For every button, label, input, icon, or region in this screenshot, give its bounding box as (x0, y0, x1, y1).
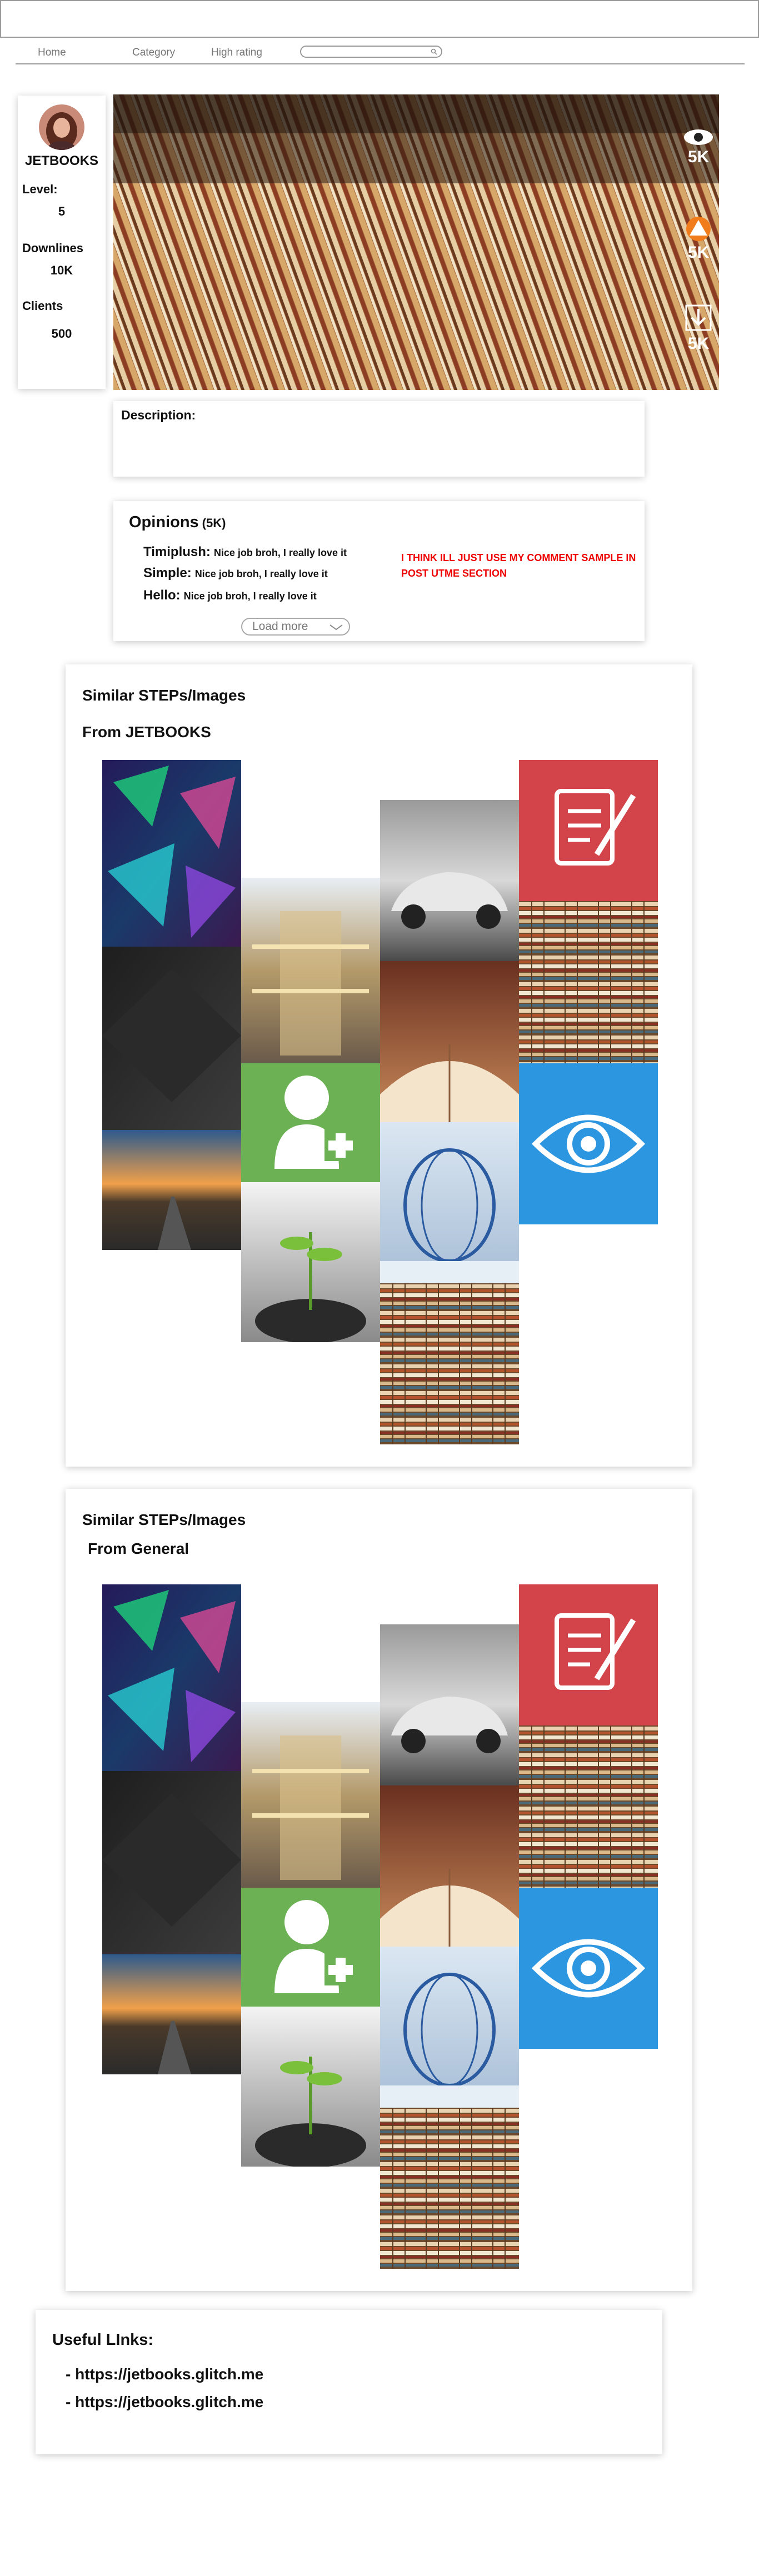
comment-note: I THINK ILL JUST USE MY COMMENT SAMPLE I… (401, 552, 636, 579)
gallery-image-book-stacks[interactable] (380, 2108, 519, 2269)
comment-text: Nice job broh, I really love it (213, 547, 347, 558)
gallery-image-books-pile[interactable] (519, 901, 658, 1063)
view-count-value: 5K (687, 148, 710, 166)
download-count[interactable]: 5K (678, 302, 719, 353)
download-icon (685, 304, 712, 331)
useful-link[interactable]: - https://jetbooks.glitch.me (66, 2393, 263, 2411)
comment-author: Timiplush: (143, 544, 211, 559)
gallery-image-open-book[interactable] (380, 961, 519, 1122)
gallery-image-eye[interactable] (519, 1063, 658, 1224)
similar-general-title: Similar STEPs/Images (82, 1511, 246, 1528)
opinions-card: Opinions (5K) Timiplush: Nice job broh, I … (113, 501, 645, 641)
gallery-image-abstract[interactable] (102, 760, 241, 947)
gallery-image-add-user[interactable] (241, 1063, 380, 1182)
gallery-image-plant[interactable] (241, 2007, 380, 2167)
top-header-bar (0, 0, 759, 38)
gallery-image-document-edit[interactable] (519, 760, 658, 901)
gallery-image-add-user[interactable] (241, 1888, 380, 2007)
nav-high-rating-link[interactable]: High rating (211, 47, 262, 59)
main-image[interactable]: 5K 5K 5K (113, 94, 719, 390)
comment-author: Simple: (143, 566, 192, 581)
gallery-image-document-edit[interactable] (519, 1584, 658, 1725)
downlines-value: 10K (50, 263, 73, 277)
gallery-image-road-sunset[interactable] (102, 1954, 241, 2074)
useful-links-title: Useful LInks: (52, 2331, 154, 2349)
main-navigation: Home Category High rating (16, 43, 745, 64)
level-value: 5 (58, 204, 66, 218)
opinions-heading: Opinions (5K) (129, 513, 226, 532)
eye-icon (684, 129, 713, 145)
gallery-image-dark-texture[interactable] (102, 1771, 241, 1954)
clients-value: 500 (51, 327, 72, 341)
search-icon[interactable] (430, 48, 438, 56)
gallery-image-building[interactable] (380, 1122, 519, 1283)
level-label: Level: (22, 182, 58, 196)
gallery-image-book-stacks[interactable] (380, 1283, 519, 1444)
avatar[interactable] (39, 104, 84, 150)
nav-home-link[interactable]: Home (38, 47, 66, 59)
description-label: Description: (121, 408, 196, 422)
gallery-image-abstract[interactable] (102, 1584, 241, 1771)
gallery-image-car[interactable] (380, 800, 519, 961)
clients-label: Clients (22, 299, 63, 313)
view-count: 5K (678, 128, 719, 167)
gallery-image-road-sunset[interactable] (102, 1130, 241, 1250)
chevron-down-icon (329, 624, 343, 631)
nav-category-link[interactable]: Category (132, 47, 175, 59)
comment-text: Nice job broh, I really love it (183, 591, 317, 602)
similar-user-section: Similar STEPs/Images From JETBOOKS (66, 664, 692, 1467)
like-count-value: 5K (687, 243, 710, 262)
load-more-label: Load more (252, 620, 308, 633)
download-count-value: 5K (687, 334, 710, 353)
opinions-count: (5K) (202, 516, 226, 530)
profile-card: JETBOOKS Level: 5 Downlines 10K Clients … (18, 96, 106, 389)
search-input[interactable] (307, 47, 429, 56)
opinions-title: Opinions (129, 513, 199, 531)
load-more-button[interactable]: Load more (241, 618, 350, 636)
useful-link[interactable]: - https://jetbooks.glitch.me (66, 2365, 263, 2383)
comment-author: Hello: (143, 588, 181, 603)
gallery-image-dark-texture[interactable] (102, 947, 241, 1130)
similar-general-subtitle: From General (88, 1540, 189, 1557)
gallery-image-plant[interactable] (241, 1182, 380, 1342)
similar-user-title: Similar STEPs/Images (82, 687, 246, 704)
gallery-image-car[interactable] (380, 1624, 519, 1785)
downlines-label: Downlines (22, 241, 84, 255)
gallery-image-eye[interactable] (519, 1888, 658, 2049)
comment-item: Timiplush: Nice job broh, I really love i… (143, 544, 347, 560)
upvote-icon (686, 217, 711, 241)
search-box (300, 46, 442, 58)
similar-user-subtitle: From JETBOOKS (82, 723, 211, 741)
gallery-image-open-book[interactable] (380, 1785, 519, 1947)
gallery-image-mall[interactable] (241, 1702, 380, 1888)
gallery-image-mall[interactable] (241, 878, 380, 1063)
like-count[interactable]: 5K (678, 216, 719, 262)
gallery-image-building[interactable] (380, 1947, 519, 2108)
useful-links-card: Useful LInks: - https://jetbooks.glitch.… (36, 2310, 662, 2454)
description-card: Description: (113, 401, 645, 477)
comment-item: Simple: Nice job broh, I really love it (143, 566, 328, 581)
similar-general-section: Similar STEPs/Images From General (66, 1489, 692, 2291)
profile-name: JETBOOKS (24, 153, 99, 168)
comment-text: Nice job broh, I really love it (194, 568, 328, 579)
gallery-image-books-pile[interactable] (519, 1725, 658, 1888)
comment-item: Hello: Nice job broh, I really love it (143, 588, 317, 603)
